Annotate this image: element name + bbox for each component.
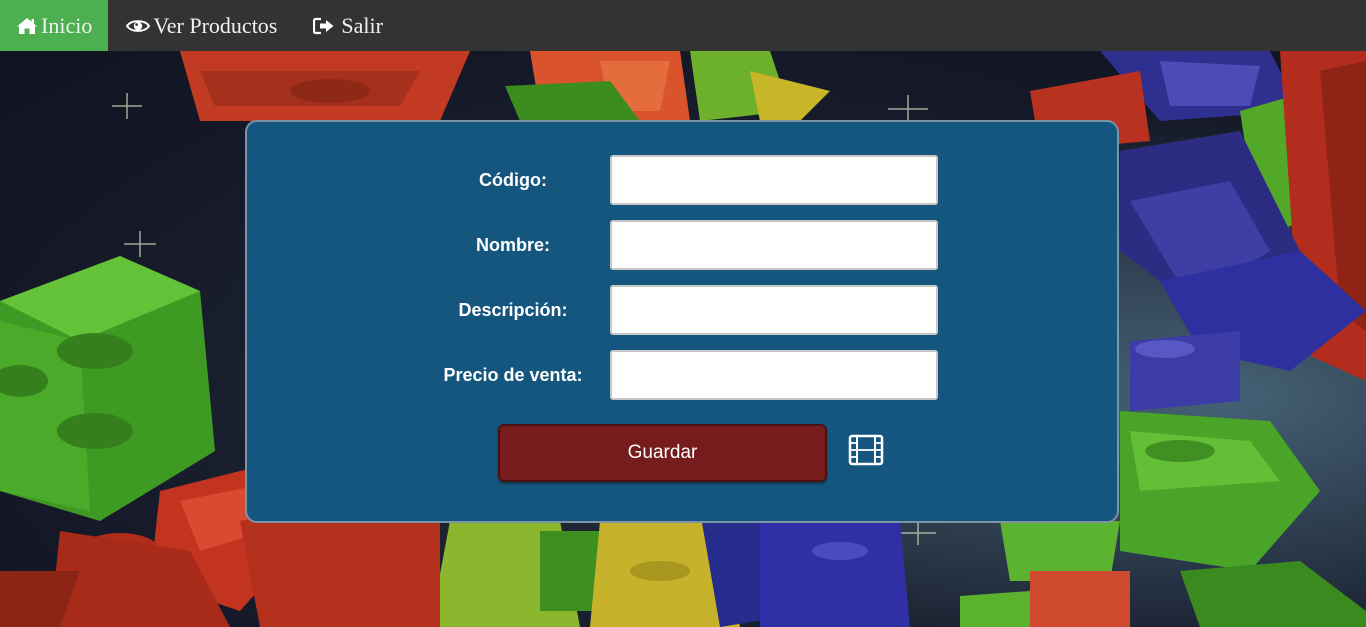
precio-venta-input[interactable] (610, 350, 938, 400)
top-navigation-bar: Inicio Ver Productos Salir (0, 0, 1366, 51)
nav-item-label: Inicio (41, 12, 93, 38)
save-button[interactable]: Guardar (498, 424, 827, 482)
home-icon (16, 17, 38, 35)
nombre-input[interactable] (610, 220, 938, 270)
codigo-input[interactable] (610, 155, 938, 205)
codigo-label: Código: (479, 170, 547, 190)
precio-venta-label: Precio de venta: (443, 365, 583, 385)
descripcion-label: Descripción: (458, 300, 568, 320)
nav-item-label: Salir (341, 12, 383, 38)
nav-item-salir[interactable]: Salir (295, 0, 401, 51)
descripcion-input[interactable] (610, 285, 938, 335)
sign-out-icon (313, 17, 335, 35)
nombre-label: Nombre: (475, 235, 550, 255)
nav-item-ver-productos[interactable]: Ver Productos (108, 0, 295, 51)
nav-item-inicio[interactable]: Inicio (0, 0, 109, 51)
product-form-card: Código: Nombre: Descripción: Precio de v… (245, 120, 1119, 523)
eye-icon (126, 18, 151, 34)
film-icon[interactable] (848, 434, 884, 466)
nav-item-label: Ver Productos (153, 12, 278, 38)
